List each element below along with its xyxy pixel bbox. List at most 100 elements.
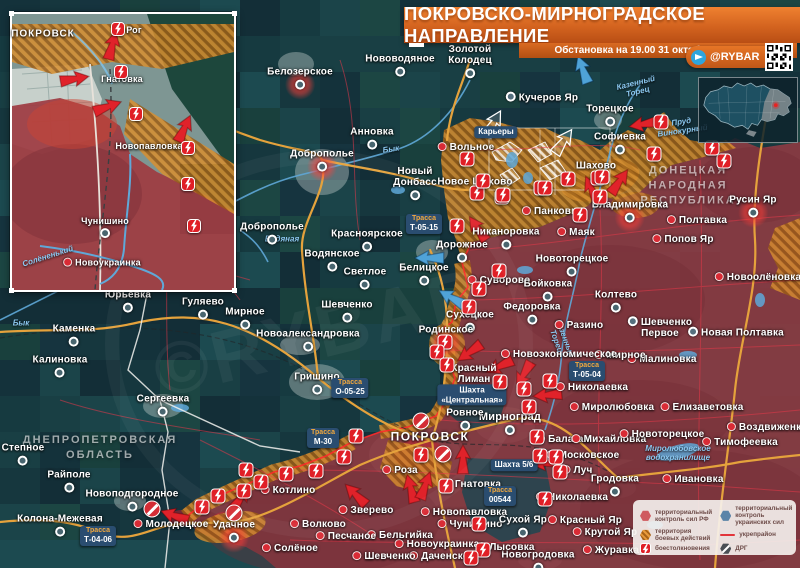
clash-icon bbox=[187, 219, 201, 233]
road-word: Трасса bbox=[488, 487, 512, 495]
clash-icon bbox=[460, 152, 475, 167]
town-label: Бойковка bbox=[524, 280, 573, 291]
lightning-icon bbox=[523, 401, 536, 414]
town-marker bbox=[652, 234, 661, 243]
drg-marker bbox=[435, 446, 452, 463]
legend-label: территориальный контроль сил РФ bbox=[655, 509, 712, 523]
clash-icon bbox=[114, 65, 128, 79]
town-label: Крутой Яр bbox=[573, 527, 638, 539]
lightning-icon bbox=[473, 283, 486, 296]
clash-icon bbox=[129, 107, 143, 121]
town-label: Миролюбовка bbox=[570, 402, 654, 414]
clash-icon bbox=[472, 282, 487, 297]
clash-icon bbox=[530, 430, 545, 445]
town-label: Маяк bbox=[557, 227, 595, 239]
clash-icon bbox=[450, 219, 465, 234]
town-marker bbox=[460, 420, 470, 430]
town-marker bbox=[295, 79, 305, 89]
clash-icon bbox=[493, 375, 508, 390]
town-marker bbox=[570, 402, 579, 411]
town-label: ПОКРОВСК bbox=[11, 30, 75, 41]
lightning-icon bbox=[596, 171, 609, 184]
channel-name: @RYBAR bbox=[710, 51, 759, 63]
town-marker bbox=[55, 526, 65, 536]
town-label: Юрьевка bbox=[105, 291, 151, 302]
road-word: Трасса bbox=[573, 362, 601, 370]
town-marker bbox=[382, 465, 391, 474]
clash-icon bbox=[561, 172, 576, 187]
road-label: ТрассаТ-04-06 bbox=[80, 526, 116, 546]
lightning-icon bbox=[188, 220, 200, 232]
town-label: Рог bbox=[126, 26, 142, 36]
road-word: Трасса bbox=[335, 379, 364, 387]
town-label: Шевченко bbox=[352, 551, 415, 563]
clash-icon bbox=[522, 400, 537, 415]
lightning-icon bbox=[539, 182, 552, 195]
water-label: Миролюбовское водохранилище bbox=[645, 445, 710, 463]
town-label: Роза bbox=[382, 465, 418, 477]
town-marker bbox=[567, 266, 577, 276]
lightning-icon bbox=[463, 301, 476, 314]
town-label: Сухой Яр bbox=[499, 516, 547, 527]
town-label: Красноярское bbox=[331, 230, 403, 241]
town-label: Новый Донбасс bbox=[393, 167, 437, 189]
town-marker bbox=[100, 228, 110, 238]
clash-icon bbox=[464, 551, 479, 566]
town-label: Солёное bbox=[262, 543, 318, 555]
clash-icon bbox=[492, 264, 507, 279]
road-label: ТрассаТ-05-15 bbox=[406, 214, 442, 234]
town-marker bbox=[158, 406, 168, 416]
town-label: Софиевка bbox=[594, 133, 646, 144]
clash-icon bbox=[595, 170, 610, 185]
town-marker bbox=[662, 474, 671, 483]
clash-icon bbox=[181, 177, 195, 191]
town-label: Никаноровка bbox=[472, 228, 539, 239]
town-marker bbox=[543, 291, 553, 301]
road-word: Трасса bbox=[311, 429, 335, 437]
clash-icon bbox=[181, 141, 195, 155]
town-marker bbox=[421, 507, 430, 516]
legend-item: боестолкновения bbox=[640, 543, 712, 554]
town-marker bbox=[557, 227, 566, 236]
town-marker bbox=[303, 341, 313, 351]
town-label: Сергеевка bbox=[137, 395, 190, 406]
town-marker bbox=[611, 302, 621, 312]
legend-item: территориальный контроль украинских сил bbox=[720, 505, 789, 527]
town-label: Райполе bbox=[47, 471, 90, 482]
lightning-icon bbox=[562, 173, 575, 186]
combat-zone-hex bbox=[640, 529, 651, 540]
qr-code bbox=[765, 43, 793, 71]
town-marker bbox=[316, 531, 325, 540]
telegram-channel-badge[interactable]: @RYBAR bbox=[686, 46, 774, 68]
town-marker bbox=[506, 92, 516, 102]
town-label: Молодецкое bbox=[134, 519, 209, 531]
town-label: Новоалександровка bbox=[256, 330, 360, 341]
clash-icon bbox=[439, 479, 454, 494]
town-label: Бельгийка bbox=[367, 530, 433, 542]
page-title: ПОКРОВСКО-МИРНОГРАДСКОЕ НАПРАВЛЕНИЕ bbox=[404, 3, 800, 47]
town-label: Новоторецкое bbox=[536, 255, 609, 266]
town-marker bbox=[748, 207, 758, 217]
lightning-icon bbox=[338, 451, 351, 464]
lightning-icon bbox=[182, 142, 194, 154]
lightning-icon bbox=[431, 346, 444, 359]
clash-icon bbox=[476, 174, 491, 189]
town-label: Красный Лиман bbox=[451, 364, 496, 386]
town-label: Федоровка bbox=[503, 303, 560, 314]
lightning-icon bbox=[648, 148, 661, 161]
town-label: Водянское bbox=[304, 250, 359, 261]
clash-icon bbox=[553, 465, 568, 480]
town-marker bbox=[667, 215, 676, 224]
town-marker bbox=[610, 486, 620, 496]
town-label: Николаевка bbox=[556, 382, 628, 394]
lightning-icon bbox=[473, 518, 486, 531]
town-marker bbox=[548, 515, 557, 524]
lightning-icon bbox=[718, 155, 731, 168]
clash-icon bbox=[337, 450, 352, 465]
town-label: Золотой Колодец bbox=[448, 45, 492, 67]
town-marker bbox=[688, 327, 698, 337]
lightning-icon bbox=[415, 449, 428, 462]
town-label: Волково bbox=[290, 519, 346, 531]
clash-icon bbox=[593, 190, 608, 205]
clash-icon bbox=[538, 181, 553, 196]
